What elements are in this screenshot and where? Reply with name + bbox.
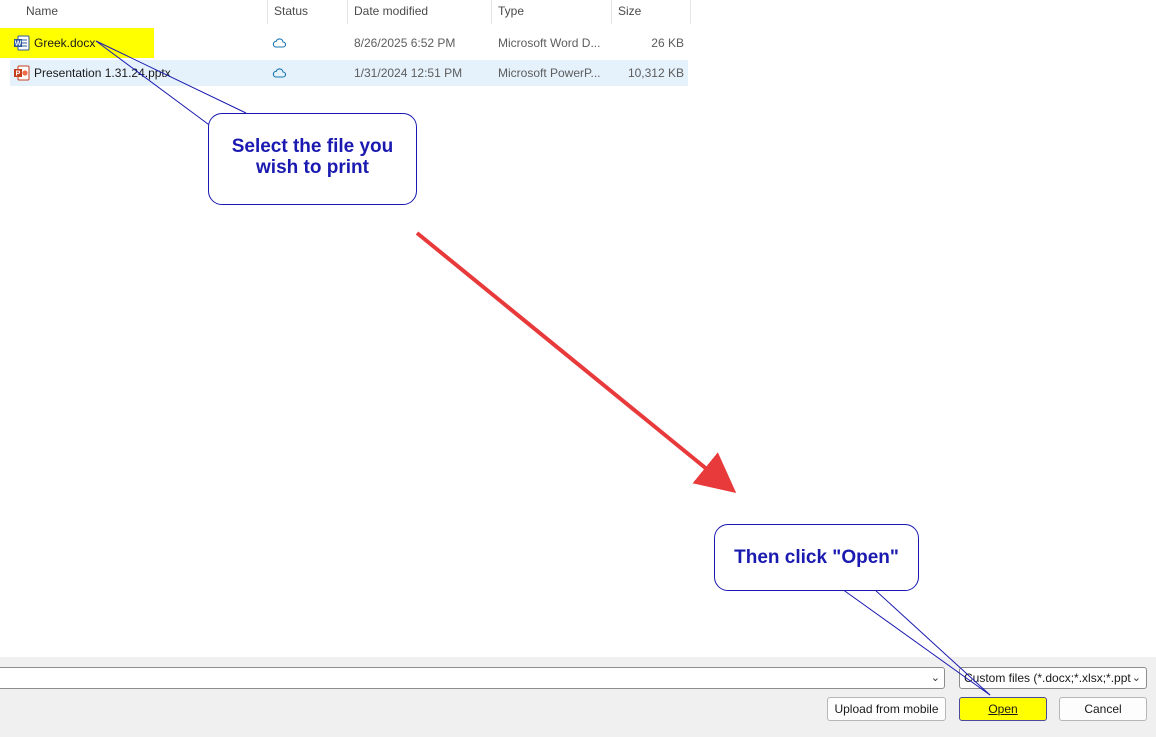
callout-pointer-line: [95, 40, 247, 114]
callout-click-open: Then click "Open": [714, 524, 919, 591]
red-arrow: [415, 231, 737, 494]
callout-pointer-line: [95, 40, 213, 128]
callout-text: Then click "Open": [734, 547, 899, 568]
annotation-overlay: [95, 40, 991, 696]
callout-text: wish to print: [256, 157, 369, 178]
callout-pointer-line: [873, 588, 991, 696]
callout-select-file: Select the file you wish to print: [208, 113, 417, 205]
callout-text: Select the file you: [231, 136, 394, 157]
callout-pointer-line: [841, 588, 991, 696]
